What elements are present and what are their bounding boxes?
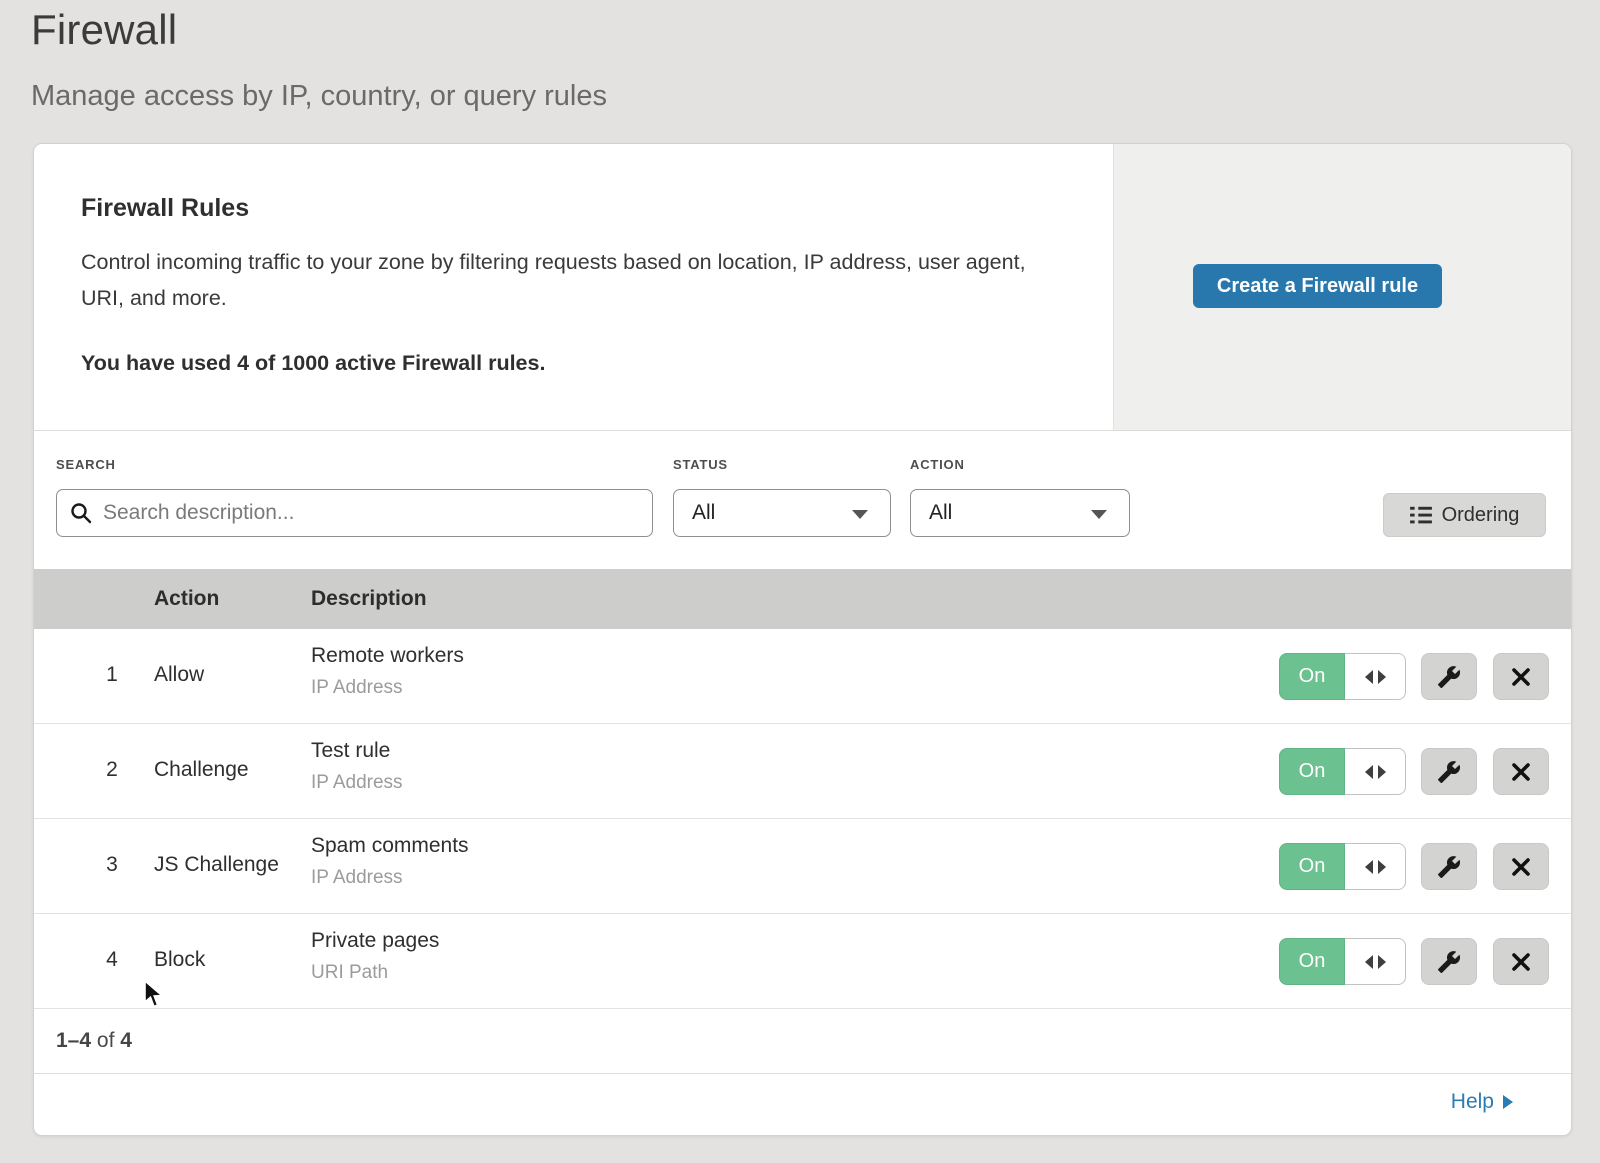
rule-action: Challenge xyxy=(154,758,249,782)
rule-description: Test rule xyxy=(311,739,390,763)
ordering-button-label: Ordering xyxy=(1442,504,1520,527)
pagination-bar: 1–4 of 4 xyxy=(34,1009,1571,1074)
rule-enabled-toggle[interactable]: On xyxy=(1279,748,1406,795)
triangle-right-icon xyxy=(1378,765,1386,779)
pagination-range: 1–4 xyxy=(56,1029,91,1052)
search-label: SEARCH xyxy=(56,457,116,472)
rule-match-type: IP Address xyxy=(311,772,403,794)
rule-action: Block xyxy=(154,948,205,972)
close-icon xyxy=(1510,666,1532,688)
help-link-label: Help xyxy=(1451,1090,1494,1114)
close-icon xyxy=(1510,951,1532,973)
column-header-description: Description xyxy=(311,569,427,629)
table-header: Action Description xyxy=(34,569,1571,629)
delete-rule-button[interactable] xyxy=(1493,843,1549,890)
rule-priority: 3 xyxy=(92,853,132,877)
rule-description: Private pages xyxy=(311,929,439,953)
triangle-left-icon xyxy=(1365,670,1373,684)
status-selected-value: All xyxy=(692,501,715,525)
search-input[interactable] xyxy=(56,489,653,537)
edit-rule-button[interactable] xyxy=(1421,843,1477,890)
triangle-right-icon xyxy=(1378,860,1386,874)
wrench-icon xyxy=(1437,855,1461,879)
rule-match-type: IP Address xyxy=(311,677,403,699)
card-heading: Firewall Rules xyxy=(81,194,249,223)
table-row: 2 Challenge Test rule IP Address On xyxy=(34,724,1571,819)
triangle-right-icon xyxy=(1378,955,1386,969)
triangle-right-icon xyxy=(1378,670,1386,684)
create-firewall-rule-button[interactable]: Create a Firewall rule xyxy=(1193,264,1442,308)
rule-priority: 4 xyxy=(92,948,132,972)
rule-enabled-toggle[interactable]: On xyxy=(1279,653,1406,700)
page-subtitle: Manage access by IP, country, or query r… xyxy=(31,80,607,113)
search-field-wrap xyxy=(56,489,653,537)
triangle-left-icon xyxy=(1365,955,1373,969)
toggle-on-label: On xyxy=(1279,843,1345,890)
page-title: Firewall xyxy=(31,6,177,54)
filter-bar: SEARCH STATUS All ACTION All xyxy=(34,431,1571,569)
table-row: 3 JS Challenge Spam comments IP Address … xyxy=(34,819,1571,914)
toggle-on-label: On xyxy=(1279,938,1345,985)
rule-action: JS Challenge xyxy=(154,853,279,877)
edit-rule-button[interactable] xyxy=(1421,748,1477,795)
rule-priority: 1 xyxy=(92,663,132,687)
chevron-down-icon xyxy=(1091,510,1107,519)
delete-rule-button[interactable] xyxy=(1493,938,1549,985)
action-selected-value: All xyxy=(929,501,952,525)
action-select[interactable]: All xyxy=(910,489,1130,537)
pagination-total: 4 xyxy=(120,1029,132,1052)
card-footer: Help xyxy=(34,1074,1571,1136)
table-row: 1 Allow Remote workers IP Address On xyxy=(34,629,1571,724)
toggle-handle[interactable] xyxy=(1345,653,1406,700)
rule-match-type: URI Path xyxy=(311,962,388,984)
triangle-left-icon xyxy=(1365,860,1373,874)
create-rule-panel: Create a Firewall rule xyxy=(1113,144,1571,430)
column-header-action: Action xyxy=(154,569,219,629)
usage-note: You have used 4 of 1000 active Firewall … xyxy=(81,351,545,376)
edit-rule-button[interactable] xyxy=(1421,653,1477,700)
rule-description: Remote workers xyxy=(311,644,464,668)
toggle-handle[interactable] xyxy=(1345,748,1406,795)
toggle-on-label: On xyxy=(1279,653,1345,700)
rule-match-type: IP Address xyxy=(311,867,403,889)
wrench-icon xyxy=(1437,665,1461,689)
close-icon xyxy=(1510,761,1532,783)
rule-priority: 2 xyxy=(92,758,132,782)
help-arrow-icon xyxy=(1503,1095,1513,1109)
status-label: STATUS xyxy=(673,457,728,472)
pagination-text: 1–4 of 4 xyxy=(56,1029,132,1053)
status-select[interactable]: All xyxy=(673,489,891,537)
list-icon xyxy=(1410,505,1432,525)
intro-section: Firewall Rules Control incoming traffic … xyxy=(34,144,1571,431)
table-row: 4 Block Private pages URI Path On xyxy=(34,914,1571,1009)
wrench-icon xyxy=(1437,760,1461,784)
edit-rule-button[interactable] xyxy=(1421,938,1477,985)
firewall-rules-card: Firewall Rules Control incoming traffic … xyxy=(33,143,1572,1136)
card-description: Control incoming traffic to your zone by… xyxy=(81,244,1041,316)
triangle-left-icon xyxy=(1365,765,1373,779)
help-link[interactable]: Help xyxy=(1451,1090,1513,1114)
delete-rule-button[interactable] xyxy=(1493,748,1549,795)
rule-enabled-toggle[interactable]: On xyxy=(1279,843,1406,890)
pagination-of: of xyxy=(97,1029,115,1052)
close-icon xyxy=(1510,856,1532,878)
toggle-handle[interactable] xyxy=(1345,843,1406,890)
toggle-on-label: On xyxy=(1279,748,1345,795)
delete-rule-button[interactable] xyxy=(1493,653,1549,700)
wrench-icon xyxy=(1437,950,1461,974)
rule-enabled-toggle[interactable]: On xyxy=(1279,938,1406,985)
ordering-button[interactable]: Ordering xyxy=(1383,493,1546,537)
chevron-down-icon xyxy=(852,510,868,519)
action-label: ACTION xyxy=(910,457,965,472)
toggle-handle[interactable] xyxy=(1345,938,1406,985)
firewall-page: Firewall Manage access by IP, country, o… xyxy=(0,0,1600,1163)
rule-description: Spam comments xyxy=(311,834,469,858)
rule-action: Allow xyxy=(154,663,204,687)
